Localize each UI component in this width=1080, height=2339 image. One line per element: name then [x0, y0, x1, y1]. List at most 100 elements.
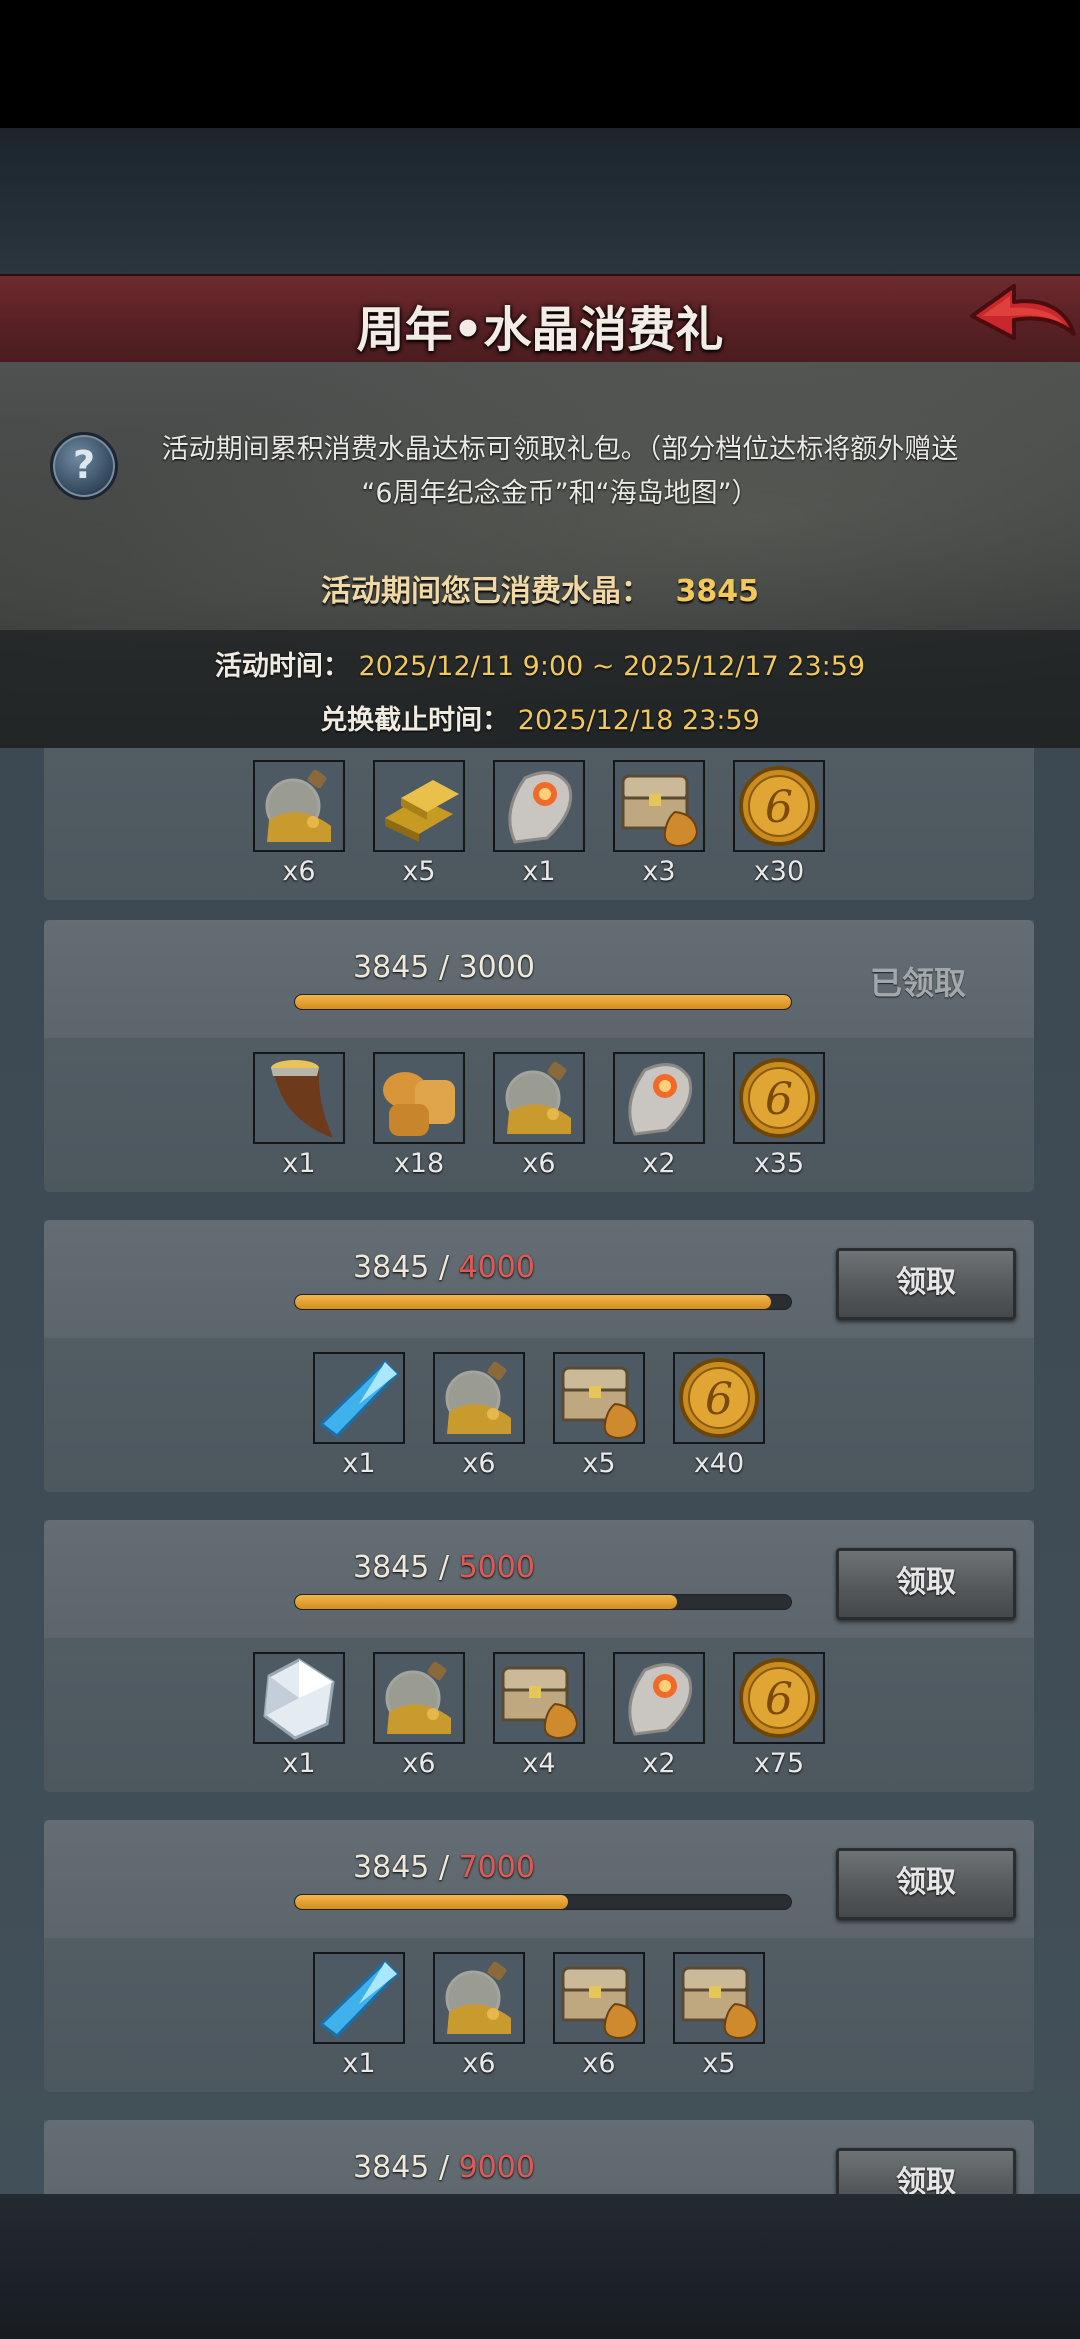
- progress-target: 3000: [458, 950, 535, 985]
- title-bar: 周年•水晶消费礼: [0, 274, 1080, 367]
- reward-item[interactable]: x1: [313, 1952, 405, 2079]
- svg-text:6: 6: [765, 1074, 793, 1125]
- reward-item[interactable]: x5: [373, 760, 465, 887]
- reward-quantity: x2: [642, 1748, 676, 1779]
- progress-bar: [294, 994, 792, 1010]
- reward-quantity: x6: [462, 2048, 496, 2079]
- reward-quantity: x2: [642, 1148, 676, 1179]
- orange-ore-stone-icon: [613, 1652, 705, 1744]
- orange-ore-stone-icon: [613, 1052, 705, 1144]
- svg-text:6: 6: [765, 1674, 793, 1725]
- reward-quantity: x5: [702, 2048, 736, 2079]
- gold-potion-icon: [433, 1352, 525, 1444]
- orange-ore-stone-icon: [493, 760, 585, 852]
- horn-cup-icon: [253, 1052, 345, 1144]
- reward-item[interactable]: x18: [373, 1052, 465, 1179]
- reward-tier-card: 3845 / 4000 领取 x1 x6 x5 6 x40: [44, 1220, 1034, 1492]
- progress-target: 7000: [458, 1850, 535, 1885]
- reward-item[interactable]: x6: [553, 1952, 645, 2079]
- reward-quantity: x5: [582, 1448, 616, 1479]
- reward-quantity: x3: [642, 856, 676, 887]
- description-line-1: 活动期间累积消费水晶达标可领取礼包。（部分档位达标将额外赠送: [161, 434, 959, 465]
- treasure-chest-icon: [553, 1352, 645, 1444]
- back-button[interactable]: [968, 278, 1078, 356]
- gold-potion-icon: [373, 1652, 465, 1744]
- progress-current: 3845: [353, 1550, 430, 1585]
- deadline-label: 兑换截止时间：: [320, 705, 510, 736]
- progress-target: 5000: [458, 1550, 535, 1585]
- progress-target: 9000: [458, 2150, 535, 2185]
- bottom-bar: [0, 2194, 1080, 2339]
- gold-potion-icon: [433, 1952, 525, 2044]
- reward-items: x1 x6 x5 6 x40: [44, 1352, 1034, 1479]
- reward-item[interactable]: x3: [613, 760, 705, 887]
- svg-text:6: 6: [705, 1374, 733, 1425]
- reward-item[interactable]: x6: [373, 1652, 465, 1779]
- reward-quantity: x40: [693, 1448, 745, 1479]
- reward-item[interactable]: x1: [313, 1352, 405, 1479]
- reward-quantity: x1: [282, 1148, 316, 1179]
- reward-quantity: x6: [582, 2048, 616, 2079]
- reward-item[interactable]: 6 x35: [733, 1052, 825, 1179]
- top-band: [0, 128, 1080, 274]
- reward-item[interactable]: x2: [613, 1652, 705, 1779]
- reward-item[interactable]: x6: [253, 760, 345, 887]
- reward-tier-list[interactable]: x6 x5 x1 x3 6 x30 3845 / 3000 已领取 x1 x18 x6 x2 6 x35 3…: [0, 748, 1080, 2194]
- reward-item[interactable]: x4: [493, 1652, 585, 1779]
- reward-quantity: x30: [753, 856, 805, 887]
- spent-value: 3845: [675, 574, 759, 609]
- progress-bar-fill: [295, 995, 791, 1009]
- reward-items: x1 x6 x6 x5: [44, 1952, 1034, 2079]
- reward-item[interactable]: x6: [433, 1952, 525, 2079]
- reward-tier-card: 3845 / 7000 领取 x1 x6 x6 x5: [44, 1820, 1034, 2092]
- tier-progress-text: 3845 / 3000: [44, 950, 844, 985]
- reward-item[interactable]: x5: [553, 1352, 645, 1479]
- treasure-chest-icon: [493, 1652, 585, 1744]
- progress-bar-fill: [295, 1595, 677, 1609]
- treasure-chest-icon: [613, 760, 705, 852]
- reward-tier-card: x6 x5 x1 x3 6 x30: [44, 748, 1034, 900]
- reward-item[interactable]: x1: [253, 1052, 345, 1179]
- reward-quantity: x1: [342, 2048, 376, 2079]
- treasure-chest-icon: [553, 1952, 645, 2044]
- help-icon[interactable]: ?: [50, 432, 118, 500]
- tier-progress-text: 3845 / 4000: [44, 1250, 844, 1285]
- claimed-status: 已领取: [870, 964, 967, 1002]
- claim-button[interactable]: 领取: [836, 2148, 1016, 2194]
- progress-bar: [294, 1594, 792, 1610]
- reward-item[interactable]: x2: [613, 1052, 705, 1179]
- reward-item[interactable]: x1: [253, 1652, 345, 1779]
- spent-summary: 活动期间您已消费水晶： 3845: [0, 566, 1080, 610]
- progress-bar: [294, 1294, 792, 1310]
- gold-potion-icon: [493, 1052, 585, 1144]
- reward-item[interactable]: x6: [433, 1352, 525, 1479]
- reward-item[interactable]: x5: [673, 1952, 765, 2079]
- reward-item[interactable]: x6: [493, 1052, 585, 1179]
- event-time: 活动时间： 2025/12/11 9:00 ~ 2025/12/17 23:59: [0, 644, 1080, 683]
- back-arrow-icon: [970, 284, 1076, 340]
- claim-button[interactable]: 领取: [836, 1548, 1016, 1620]
- claim-button[interactable]: 领取: [836, 1248, 1016, 1320]
- reward-quantity: x6: [402, 1748, 436, 1779]
- reward-item[interactable]: 6 x30: [733, 760, 825, 887]
- bread-icon: [373, 1052, 465, 1144]
- reward-item[interactable]: x1: [493, 760, 585, 887]
- event-time-label: 活动时间：: [214, 651, 350, 682]
- reward-quantity: x1: [522, 856, 556, 887]
- progress-current: 3845: [353, 1250, 430, 1285]
- blue-crystal-icon: [313, 1352, 405, 1444]
- reward-quantity: x6: [522, 1148, 556, 1179]
- anniversary-coin-icon: 6: [733, 1052, 825, 1144]
- anniversary-coin-icon: 6: [733, 1652, 825, 1744]
- treasure-chest-icon: [673, 1952, 765, 2044]
- progress-bar-fill: [295, 1895, 568, 1909]
- reward-item[interactable]: 6 x40: [673, 1352, 765, 1479]
- tier-progress-text: 3845 / 9000: [44, 2150, 844, 2185]
- reward-tier-card: 3845 / 5000 领取 x1 x6 x4 x2 6 x75: [44, 1520, 1034, 1792]
- progress-current: 3845: [353, 950, 430, 985]
- reward-quantity: x1: [282, 1748, 316, 1779]
- progress-target: 4000: [458, 1250, 535, 1285]
- progress-bar-fill: [295, 1295, 772, 1309]
- claim-button[interactable]: 领取: [836, 1848, 1016, 1920]
- reward-item[interactable]: 6 x75: [733, 1652, 825, 1779]
